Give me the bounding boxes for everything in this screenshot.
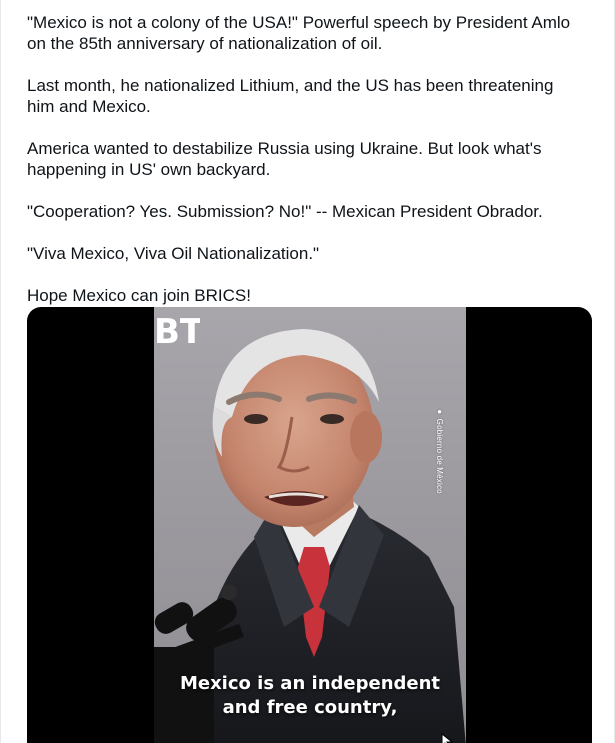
video-player[interactable]: BT ● Gobierno de México Mexico is an ind…	[27, 307, 592, 743]
tweet-text: "Mexico is not a colony of the USA!" Pow…	[27, 12, 597, 327]
tweet-paragraph: "Viva Mexico, Viva Oil Nationalization."	[27, 244, 320, 263]
tweet-paragraph: America wanted to destabilize Russia usi…	[27, 139, 542, 179]
tweet-paragraph: Hope Mexico can join BRICS!	[27, 286, 251, 305]
tweet-paragraph: "Mexico is not a colony of the USA!" Pow…	[27, 13, 571, 53]
video-frame[interactable]: BT ● Gobierno de México Mexico is an ind…	[154, 307, 466, 743]
subtitle-line-1: Mexico is an independent	[179, 673, 441, 694]
bt-logo-icon: BT	[154, 312, 200, 352]
mouse-cursor-icon	[441, 733, 454, 743]
tweet-paragraph: Last month, he nationalized Lithium, and…	[27, 76, 554, 116]
video-subtitle: Mexico is an independent and free countr…	[154, 672, 466, 720]
source-tag-dot-icon: ●	[435, 407, 444, 417]
tweet-post: "Mexico is not a colony of the USA!" Pow…	[0, 0, 615, 743]
tweet-paragraph: "Cooperation? Yes. Submission? No!" -- M…	[27, 202, 543, 221]
subtitle-line-2: and free country,	[222, 697, 398, 718]
source-tag-label: Gobierno de México	[435, 418, 444, 494]
source-tag: ● Gobierno de México	[424, 407, 444, 517]
bt-logo-text: BT	[154, 312, 200, 352]
